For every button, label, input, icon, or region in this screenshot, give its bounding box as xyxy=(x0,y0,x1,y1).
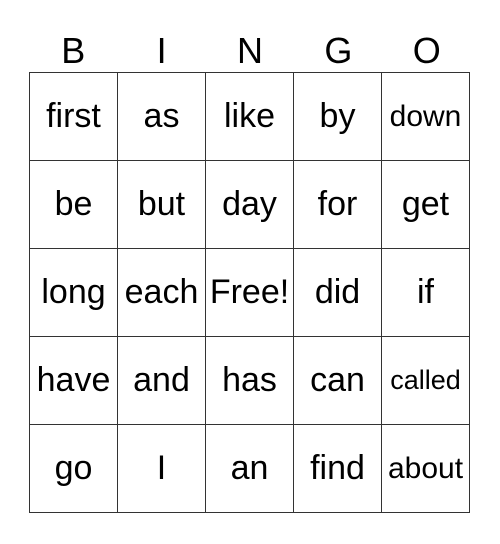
bingo-cell[interactable]: if xyxy=(381,248,470,337)
bingo-cell[interactable]: day xyxy=(205,160,294,249)
header-letter: I xyxy=(156,30,167,71)
bingo-cell[interactable]: about xyxy=(381,424,470,513)
bingo-cell[interactable]: be xyxy=(29,160,118,249)
bingo-cell[interactable]: can xyxy=(293,336,382,425)
bingo-cell[interactable]: down xyxy=(381,72,470,161)
bingo-row: have and has can called xyxy=(29,336,470,425)
bingo-cell[interactable]: has xyxy=(205,336,294,425)
bingo-cell[interactable]: like xyxy=(205,72,294,161)
bingo-cell[interactable]: called xyxy=(381,336,470,425)
bingo-cell[interactable]: long xyxy=(29,248,118,337)
header-letter: N xyxy=(236,30,263,71)
bingo-row: long each Free! did if xyxy=(29,248,470,337)
bingo-cell[interactable]: and xyxy=(117,336,206,425)
header-letter: G xyxy=(324,30,353,71)
header-letter: B xyxy=(61,30,86,71)
bingo-grid: first as like by down be but day for get long each F… xyxy=(29,72,470,513)
free-cell[interactable]: Free! xyxy=(205,248,294,337)
bingo-row: be but day for get xyxy=(29,160,470,249)
bingo-cell[interactable]: first xyxy=(29,72,118,161)
bingo-cell[interactable]: for xyxy=(293,160,382,249)
bingo-cell[interactable]: have xyxy=(29,336,118,425)
bingo-cell[interactable]: get xyxy=(381,160,470,249)
header-letter: O xyxy=(412,30,441,71)
bingo-cell[interactable]: by xyxy=(293,72,382,161)
bingo-cell[interactable]: find xyxy=(293,424,382,513)
bingo-cell[interactable]: but xyxy=(117,160,206,249)
bingo-cell[interactable]: an xyxy=(205,424,294,513)
bingo-cell[interactable]: go xyxy=(29,424,118,513)
bingo-cell[interactable]: each xyxy=(117,248,206,337)
bingo-header: BINGO xyxy=(29,30,471,72)
bingo-row: first as like by down xyxy=(29,72,470,161)
bingo-cell[interactable]: as xyxy=(117,72,206,161)
bingo-row: go Ian find about xyxy=(29,424,470,513)
bingo-cell[interactable]: I xyxy=(117,424,206,513)
bingo-cell[interactable]: did xyxy=(293,248,382,337)
